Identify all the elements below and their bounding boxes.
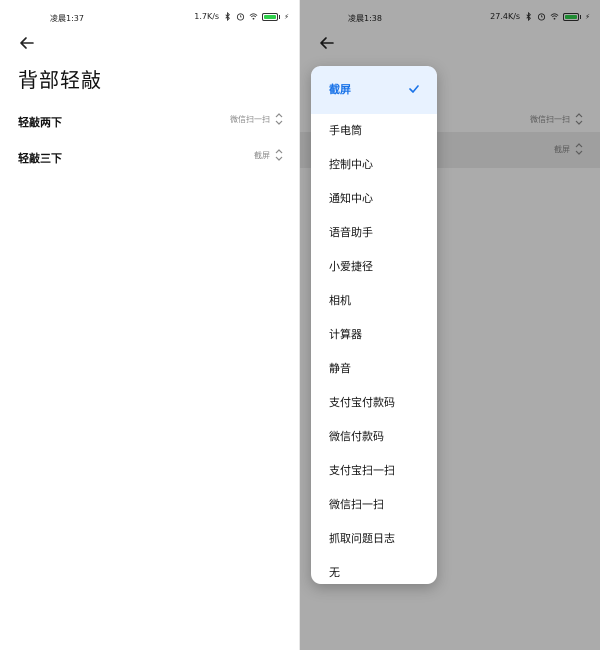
- menu-item[interactable]: 计算器: [311, 318, 437, 352]
- menu-item-label: 静音: [329, 362, 351, 375]
- menu-item[interactable]: 微信付款码: [311, 420, 437, 454]
- bluetooth-icon: [225, 12, 231, 21]
- menu-item-label: 支付宝扫一扫: [329, 464, 395, 477]
- menu-item-label: 手电筒: [329, 124, 362, 137]
- row-triple-tap[interactable]: 轻敲三下 截屏: [0, 140, 299, 176]
- status-right: 1.7K/s ⚡: [194, 12, 289, 21]
- screen-left: 凌晨1:37 1.7K/s ⚡ 背部轻敲 轻敲两下 微信扫一扫 轻敲三下 截屏: [0, 0, 300, 650]
- alarm-icon: [236, 13, 245, 21]
- check-icon: [409, 85, 419, 93]
- menu-item-label: 支付宝付款码: [329, 396, 395, 409]
- updown-chevron-icon: [275, 149, 283, 161]
- row-label: 轻敲两下: [18, 116, 62, 129]
- back-arrow-icon[interactable]: [18, 34, 36, 52]
- menu-item[interactable]: 控制中心: [311, 148, 437, 182]
- page-title: 背部轻敲: [18, 68, 102, 92]
- menu-item[interactable]: 静音: [311, 352, 437, 386]
- menu-item[interactable]: 手电筒: [311, 114, 437, 148]
- menu-item-label: 无: [329, 566, 340, 579]
- menu-item-label: 小爱捷径: [329, 260, 373, 273]
- action-dropdown-menu: 截屏手电筒控制中心通知中心语音助手小爱捷径相机计算器静音支付宝付款码 微信付款码支…: [311, 66, 437, 584]
- menu-item-label: 控制中心: [329, 158, 373, 171]
- menu-item[interactable]: 通知中心: [311, 182, 437, 216]
- row-value: 截屏: [254, 151, 270, 160]
- network-speed: 1.7K/s: [194, 12, 220, 21]
- menu-item[interactable]: 小爱捷径: [311, 250, 437, 284]
- battery-icon: [262, 12, 281, 21]
- row-double-tap[interactable]: 轻敲两下 微信扫一扫: [0, 104, 299, 140]
- menu-item-label: 截屏: [329, 83, 351, 96]
- bolt-icon: ⚡: [284, 12, 289, 21]
- menu-item-label: 微信付款码: [329, 430, 384, 443]
- menu-item-label: 通知中心: [329, 192, 373, 205]
- screen-right: 凌晨1:38 27.4K/s ⚡ 微信扫一扫 截屏 截屏 手电筒 控制中心 通知中心语…: [300, 0, 600, 650]
- menu-item[interactable]: 无: [311, 556, 437, 584]
- menu-item-label: 相机: [329, 294, 351, 307]
- row-value: 微信扫一扫: [230, 115, 270, 124]
- menu-item[interactable]: 支付宝付款码: [311, 386, 437, 420]
- menu-item-label: 计算器: [329, 328, 362, 341]
- menu-item[interactable]: 支付宝扫一扫: [311, 454, 437, 488]
- menu-item[interactable]: 语音助手: [311, 216, 437, 250]
- updown-chevron-icon: [275, 113, 283, 125]
- row-label: 轻敲三下: [18, 152, 62, 165]
- status-time: 凌晨1:37: [50, 14, 84, 23]
- status-bar: 凌晨1:37 1.7K/s ⚡: [0, 0, 299, 34]
- menu-item[interactable]: 微信扫一扫: [311, 488, 437, 522]
- menu-item-label: 语音助手: [329, 226, 373, 239]
- menu-item-label: 抓取问题日志: [329, 532, 395, 545]
- menu-item-selected[interactable]: 截屏: [311, 66, 437, 114]
- menu-item[interactable]: 相机: [311, 284, 437, 318]
- menu-item[interactable]: 抓取问题日志: [311, 522, 437, 556]
- menu-item-label: 微信扫一扫: [329, 498, 384, 511]
- wifi-icon: [249, 13, 258, 20]
